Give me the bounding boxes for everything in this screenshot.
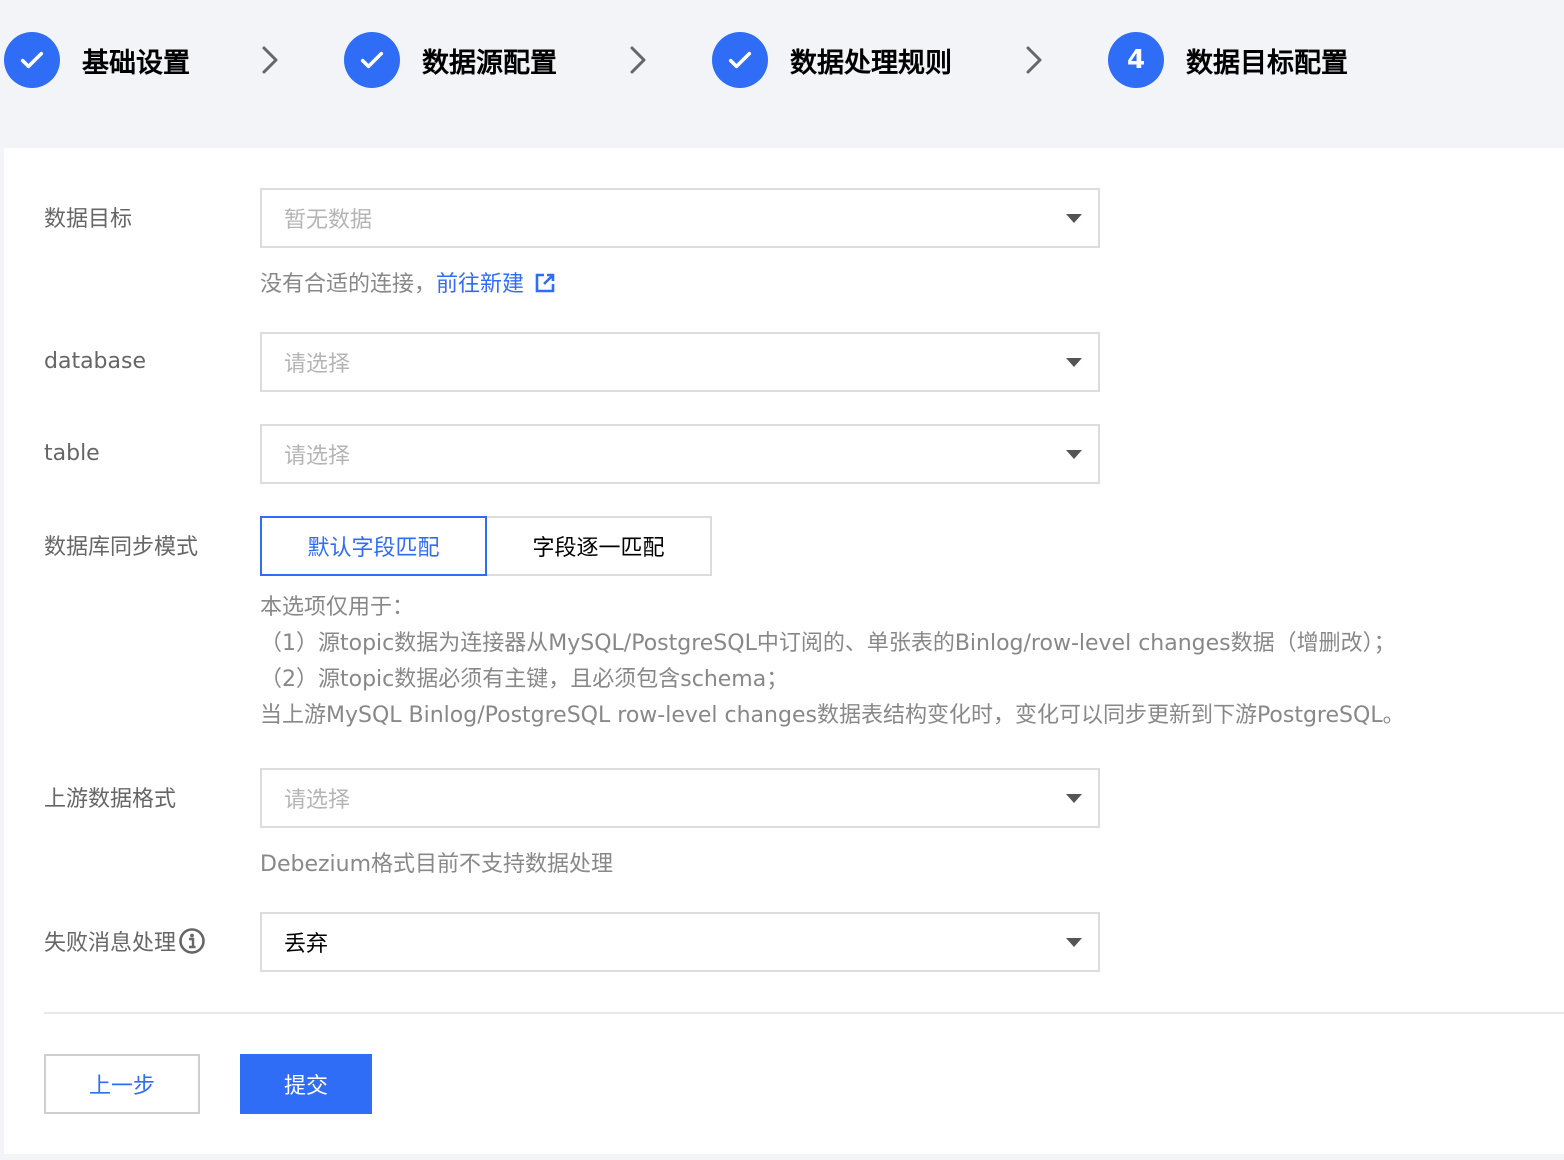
- divider: [44, 1012, 1564, 1014]
- upstream-format-hint: Debezium格式目前不支持数据处理: [260, 852, 614, 877]
- step-target-config[interactable]: 4 数据目标配置: [1108, 32, 1348, 88]
- caret-down-icon: [1066, 358, 1082, 367]
- step-source-config[interactable]: 数据源配置: [344, 32, 557, 88]
- sync-mode-each-field-button[interactable]: 字段逐一匹配: [485, 516, 712, 576]
- note-line: 本选项仅用于：: [260, 595, 415, 620]
- target-select[interactable]: 暂无数据: [260, 188, 1100, 248]
- caret-down-icon: [1066, 794, 1082, 803]
- failure-handling-value: 丢弃: [284, 932, 329, 957]
- step-basic-settings[interactable]: 基础设置: [4, 32, 190, 88]
- steps-bar: 基础设置 数据源配置 数据处理规则 4 数据目标配置: [0, 0, 1564, 124]
- step-label: 基础设置: [82, 47, 190, 79]
- check-icon: [344, 32, 400, 88]
- step-label: 数据目标配置: [1186, 47, 1348, 79]
- target-label: 数据目标: [44, 207, 133, 232]
- step-label: 数据源配置: [422, 47, 557, 79]
- failure-handling-label-text: 失败消息处理: [44, 931, 177, 956]
- note-line: （2）源topic数据必须有主键，且必须包含schema；: [260, 667, 789, 692]
- note-line: （1）源topic数据为连接器从MySQL/PostgreSQL中订阅的、单张表…: [260, 631, 1396, 656]
- failure-handling-select[interactable]: 丢弃: [260, 912, 1100, 972]
- database-select[interactable]: 请选择: [260, 332, 1100, 392]
- upstream-format-placeholder: 请选择: [284, 788, 351, 813]
- sync-mode-default-button[interactable]: 默认字段匹配: [260, 516, 487, 576]
- target-placeholder: 暂无数据: [284, 208, 373, 233]
- chevron-right-icon: [262, 46, 278, 74]
- target-hint-text: 没有合适的连接，: [260, 272, 437, 297]
- info-icon[interactable]: [178, 927, 206, 955]
- table-placeholder: 请选择: [284, 444, 351, 469]
- chevron-right-icon: [1026, 46, 1042, 74]
- form-card: 数据目标 暂无数据 没有合适的连接，前往新建 database 请选择 tabl…: [4, 148, 1564, 1154]
- create-connection-link[interactable]: 前往新建: [436, 272, 524, 297]
- step-number: 4: [1108, 32, 1164, 88]
- upstream-format-label: 上游数据格式: [44, 787, 177, 812]
- failure-handling-label: 失败消息处理: [44, 926, 206, 956]
- note-line: 当上游MySQL Binlog/PostgreSQL row-level cha…: [260, 703, 1405, 728]
- upstream-format-select[interactable]: 请选择: [260, 768, 1100, 828]
- caret-down-icon: [1066, 938, 1082, 947]
- caret-down-icon: [1066, 450, 1082, 459]
- step-processing-rules[interactable]: 数据处理规则: [712, 32, 952, 88]
- check-icon: [4, 32, 60, 88]
- database-placeholder: 请选择: [284, 352, 351, 377]
- sync-mode-note: 本选项仅用于： （1）源topic数据为连接器从MySQL/PostgreSQL…: [260, 590, 1405, 734]
- chevron-right-icon: [630, 46, 646, 74]
- prev-step-button[interactable]: 上一步: [44, 1054, 200, 1114]
- external-link-icon[interactable]: [534, 272, 556, 294]
- database-label: database: [44, 348, 146, 374]
- check-icon: [712, 32, 768, 88]
- caret-down-icon: [1066, 214, 1082, 223]
- target-hint: 没有合适的连接，前往新建: [260, 266, 556, 298]
- sync-mode-label: 数据库同步模式: [44, 535, 199, 560]
- step-label: 数据处理规则: [790, 47, 952, 79]
- table-select[interactable]: 请选择: [260, 424, 1100, 484]
- sync-mode-toggle: 默认字段匹配 字段逐一匹配: [260, 516, 712, 576]
- submit-button[interactable]: 提交: [240, 1054, 372, 1114]
- table-label: table: [44, 440, 100, 466]
